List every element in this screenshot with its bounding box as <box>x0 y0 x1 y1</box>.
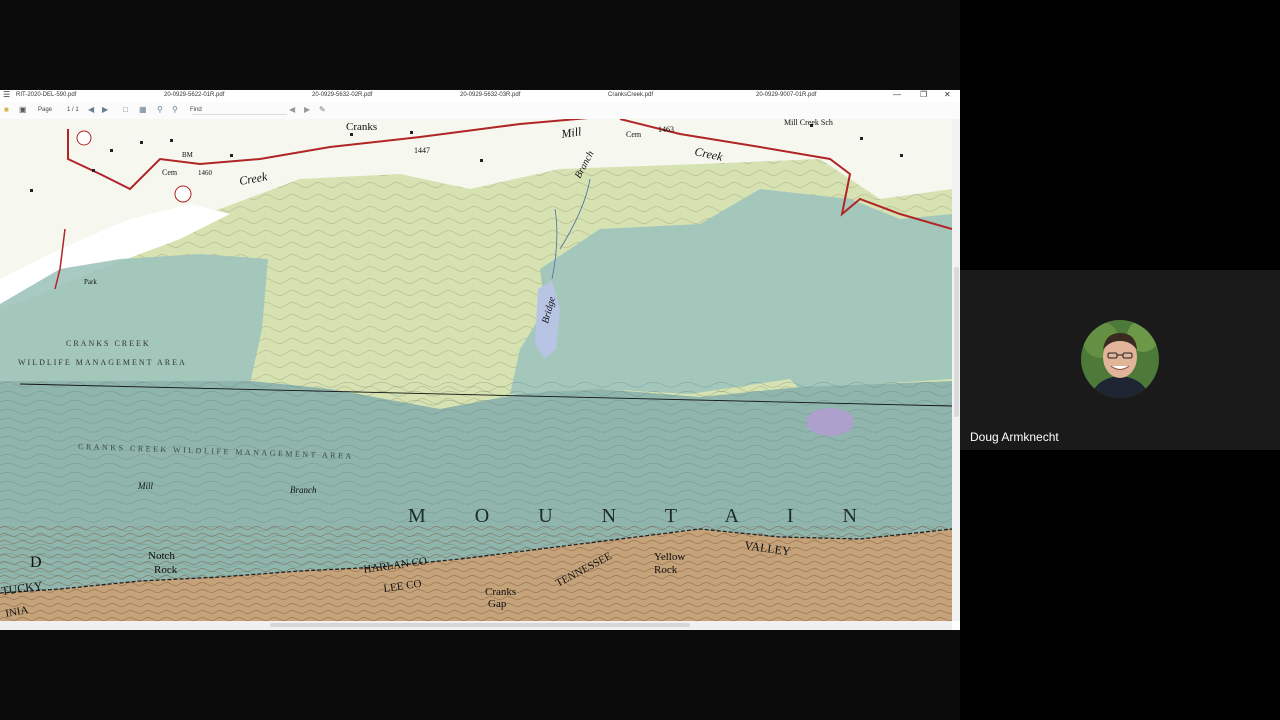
participant-tile[interactable]: Doug Armknecht <box>960 270 1280 450</box>
tab-6[interactable]: 20-0929-9007-01R.pdf <box>756 92 816 98</box>
horizontal-scroll-thumb[interactable] <box>270 623 690 627</box>
label-notch-2: Rock <box>154 564 178 576</box>
tab-3[interactable]: 20-0929-5632-02R.pdf <box>312 92 372 98</box>
label-elev-1447: 1447 <box>414 146 430 155</box>
tab-2[interactable]: 20-0929-5622-01R.pdf <box>164 92 224 98</box>
label-cranks-gap-1: Cranks <box>485 586 516 598</box>
toolbar: ■ ▣ Page 1 / 1 ◀ ▶ □ ▦ ⚲ ⚲ Find ◀ ▶ ✎ <box>0 102 960 120</box>
print-icon[interactable]: ▣ <box>19 105 27 115</box>
avatar <box>1081 320 1159 398</box>
hamburger-menu-icon[interactable]: ☰ <box>3 91 10 99</box>
label-elev-1460: 1460 <box>198 169 213 177</box>
find-input[interactable] <box>192 106 287 115</box>
pdf-viewer-window: ☰ RIT-2020-DEL-590.pdf 20-0929-5622-01R.… <box>0 90 960 630</box>
previous-page-icon[interactable]: ◀ <box>88 105 94 115</box>
vertical-scroll-thumb[interactable] <box>954 267 959 417</box>
label-branch-lower: Branch <box>290 485 317 495</box>
label-cranks-gap-2: Gap <box>488 598 507 610</box>
label-wma1-line1: CRANKS CREEK <box>66 339 151 348</box>
participant-name: Doug Armknecht <box>970 430 1059 444</box>
fit-width-icon[interactable]: ▦ <box>139 105 147 115</box>
label-cem-2: Cem <box>626 130 642 139</box>
label-mountain: M O U N T A I N <box>408 505 879 527</box>
tab-1[interactable]: RIT-2020-DEL-590.pdf <box>16 92 76 98</box>
label-yellow: Yellow <box>654 551 685 563</box>
tab-5-active[interactable]: CranksCreek.pdf <box>608 92 653 98</box>
minimize-icon[interactable]: — <box>893 90 901 99</box>
label-park: Park <box>84 278 97 286</box>
participants-panel: Doug Armknecht <box>960 0 1280 720</box>
page-number-field[interactable]: 1 / 1 <box>67 107 79 113</box>
label-notch-1: Notch <box>148 550 175 562</box>
open-folder-icon[interactable]: ■ <box>4 105 9 115</box>
purple-area <box>806 408 854 436</box>
fit-page-icon[interactable]: □ <box>123 105 128 115</box>
find-previous-icon[interactable]: ◀ <box>289 105 295 115</box>
zoom-in-icon[interactable]: ⚲ <box>172 105 178 115</box>
label-bm: BM <box>182 151 194 159</box>
topo-map-svg: Cranks Mill Creek Creek Branch Bridge Mi… <box>0 119 952 621</box>
label-cem-1: Cem <box>162 168 178 177</box>
shared-screen: ☰ RIT-2020-DEL-590.pdf 20-0929-5622-01R.… <box>0 0 960 720</box>
zoom-out-icon[interactable]: ⚲ <box>157 105 163 115</box>
topographic-map-page[interactable]: Cranks Mill Creek Creek Branch Bridge Mi… <box>0 119 952 621</box>
label-mill-top: Mill <box>559 124 582 141</box>
label-elev-1463: 1463 <box>658 125 674 134</box>
label-mill-lower: Mill <box>137 481 153 491</box>
next-page-icon[interactable]: ▶ <box>102 105 108 115</box>
label-rock: Rock <box>654 564 678 576</box>
label-cranks: Cranks <box>346 121 377 133</box>
vertical-scrollbar[interactable] <box>952 119 960 621</box>
label-mill-creek-sch: Mill Creek Sch <box>784 119 833 127</box>
page-label: Page <box>38 107 53 113</box>
horizontal-scrollbar[interactable] <box>0 621 952 630</box>
close-icon[interactable]: ✕ <box>944 90 951 99</box>
label-wma1-line2: WILDLIFE MANAGEMENT AREA <box>18 358 187 367</box>
find-next-icon[interactable]: ▶ <box>304 105 310 115</box>
label-d: D <box>30 554 42 571</box>
tab-4[interactable]: 20-0929-5632-03R.pdf <box>460 92 520 98</box>
restore-icon[interactable]: ❐ <box>920 90 927 99</box>
find-options-icon[interactable]: ✎ <box>319 105 326 115</box>
